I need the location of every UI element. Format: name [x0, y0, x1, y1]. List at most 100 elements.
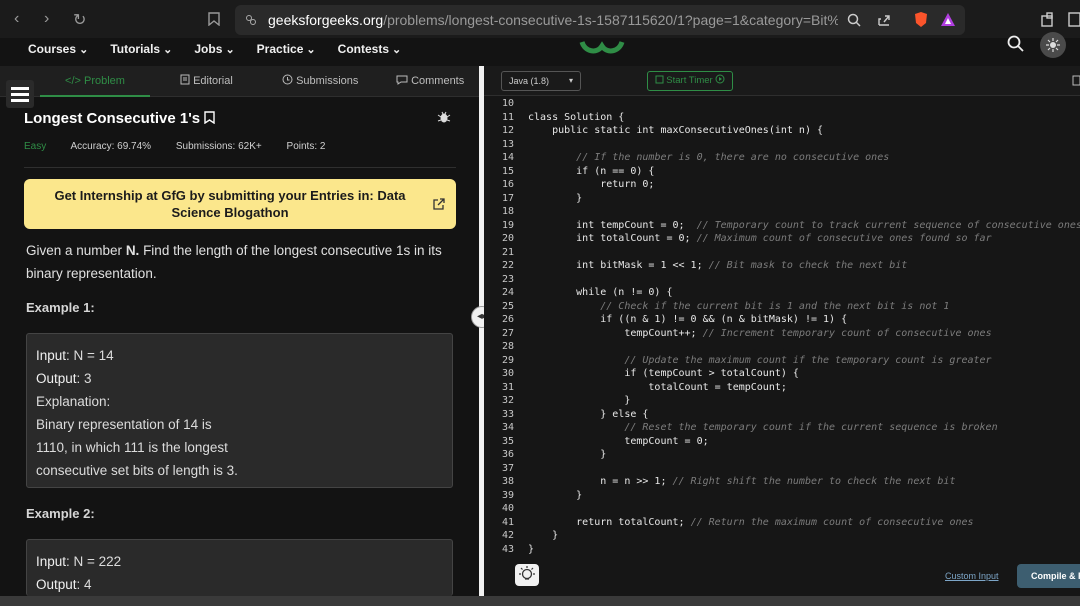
start-timer-button[interactable]: Start Timer	[647, 71, 733, 91]
line-code: }	[528, 193, 582, 204]
difficulty-badge: Easy	[24, 141, 47, 152]
editor-footer: Custom Input Compile & R	[484, 560, 1080, 596]
code-comment: // Return the maximum count of consecuti…	[690, 516, 974, 528]
code-line: 30 if (tempCount > totalCount) {	[484, 368, 1080, 382]
example1-output: Output: 3	[36, 371, 92, 386]
clock-icon	[282, 74, 293, 85]
points-stat: Points: 2	[286, 141, 326, 152]
site-info-icon[interactable]	[245, 14, 257, 26]
example1-explanation-line1: Binary representation of 14 is	[36, 417, 212, 432]
code-comment: // Maximum count of consecutive ones fou…	[696, 233, 992, 244]
bookmark-problem-icon[interactable]	[204, 111, 215, 125]
report-bug-icon[interactable]	[437, 110, 451, 124]
back-icon[interactable]: ‹	[14, 10, 19, 28]
menu-contests[interactable]: Contests	[338, 42, 402, 56]
code-text: }	[528, 543, 535, 555]
code-line: 41 return totalCount; // Return the maxi…	[484, 517, 1080, 531]
code-editor[interactable]: 10 11 class Solution {12 public static int…	[484, 98, 1080, 555]
line-code: // Check if the current bit is 1 and the…	[528, 301, 949, 312]
line-number: 17	[501, 192, 514, 204]
tab-submissions[interactable]: Submissions	[282, 66, 358, 97]
example2-input: Input: N = 222	[36, 554, 122, 569]
code-line: 33 } else {	[484, 409, 1080, 423]
example2-title: Example 2:	[26, 506, 95, 521]
gfg-logo[interactable]	[578, 38, 628, 56]
url-bar[interactable]: geeksforgeeks.org/problems/longest-conse…	[235, 5, 965, 35]
code-text: }	[528, 395, 631, 406]
menu-courses[interactable]: Courses	[28, 42, 88, 56]
internship-banner[interactable]: Get Internship at GfG by submitting your…	[24, 179, 456, 229]
search-icon[interactable]	[1007, 35, 1025, 53]
code-text: class Solution {	[528, 111, 625, 123]
code-comment: // Reset the temporary count if the curr…	[624, 422, 998, 433]
tab-comments[interactable]: Comments	[396, 66, 464, 97]
hamburger-menu-icon[interactable]	[6, 80, 34, 108]
example1-input: Input: N = 14	[36, 348, 114, 363]
tab-comments-label: Comments	[411, 75, 465, 87]
line-number: 34	[501, 422, 514, 433]
code-text: int bitMask = 1 << 1;	[528, 260, 709, 271]
line-number: 11	[501, 111, 514, 123]
line-code: class Solution {	[528, 112, 624, 123]
rewards-icon[interactable]	[940, 12, 956, 27]
code-line: 24 while (n != 0) {	[484, 287, 1080, 301]
menu-jobs[interactable]: Jobs	[194, 42, 234, 56]
code-comment: // If the number is 0, there are no cons…	[576, 152, 890, 163]
forward-icon[interactable]: ›	[44, 10, 49, 28]
bookmark-icon[interactable]	[208, 12, 220, 26]
code-text: } else {	[528, 408, 649, 420]
example1-explanation-line2: 1110, in which 111 is the longest	[36, 440, 228, 455]
zoom-icon[interactable]	[847, 13, 861, 27]
line-code: }	[528, 395, 630, 406]
sun-icon	[1046, 38, 1060, 52]
example2-output: Output: 4	[36, 577, 92, 592]
fullscreen-icon[interactable]	[1072, 75, 1080, 87]
line-code: while (n != 0) {	[528, 287, 672, 298]
divider	[24, 167, 456, 168]
code-comment: // Right shift the number to check the n…	[672, 476, 956, 487]
theme-toggle[interactable]	[1040, 32, 1066, 58]
accuracy-stat: Accuracy: 69.74%	[70, 141, 152, 152]
compile-run-button[interactable]: Compile & R	[1017, 564, 1080, 588]
line-code: }	[528, 544, 534, 555]
problem-stats: Easy Accuracy: 69.74% Submissions: 62K+ …	[24, 141, 325, 152]
code-line: 32 }	[484, 395, 1080, 409]
line-number: 22	[501, 260, 514, 271]
extensions-icon[interactable]	[1041, 12, 1056, 27]
tab-editorial[interactable]: Editorial	[180, 66, 233, 97]
timer-icon	[655, 75, 664, 84]
line-number: 28	[501, 341, 514, 352]
line-code: totalCount = tempCount;	[528, 382, 786, 393]
hint-button[interactable]	[515, 564, 539, 586]
menu-tutorials[interactable]: Tutorials	[110, 42, 172, 56]
reload-icon[interactable]: ↻	[73, 10, 86, 30]
brave-shield-icon[interactable]	[913, 11, 929, 28]
editor-panel: Java (1.8) ▾ Start Timer 10 11 class Solut…	[484, 66, 1080, 596]
code-comment: // Update the maximum count if the tempo…	[624, 354, 992, 366]
menu-practice[interactable]: Practice	[257, 42, 316, 56]
code-text: int tempCount = 0;	[528, 219, 697, 231]
line-number: 27	[501, 327, 514, 339]
sidebar-toggle-icon[interactable]	[1068, 12, 1080, 27]
code-comment: // Bit mask to check the next bit	[708, 260, 908, 271]
code-line: 16 return 0;	[484, 179, 1080, 193]
code-text: n = n >> 1;	[528, 476, 673, 487]
tab-problem[interactable]: </> Problem	[40, 66, 150, 97]
share-icon[interactable]	[877, 13, 891, 27]
code-text: }	[528, 192, 583, 204]
tab-editorial-label: Editorial	[193, 75, 233, 87]
line-number: 32	[501, 395, 514, 406]
code-line: 25 // Check if the current bit is 1 and …	[484, 301, 1080, 315]
code-line: 20 int totalCount = 0; // Maximum count …	[484, 233, 1080, 247]
code-line: 17 }	[484, 193, 1080, 207]
code-line: 28	[484, 341, 1080, 355]
language-select[interactable]: Java (1.8) ▾	[501, 71, 581, 91]
submissions-stat: Submissions: 62K+	[175, 141, 262, 152]
code-text: int totalCount = 0;	[528, 233, 697, 244]
line-code: int totalCount = 0; // Maximum count of …	[528, 233, 992, 244]
code-line: 34 // Reset the temporary count if the c…	[484, 422, 1080, 436]
custom-input-link[interactable]: Custom Input	[945, 571, 999, 581]
